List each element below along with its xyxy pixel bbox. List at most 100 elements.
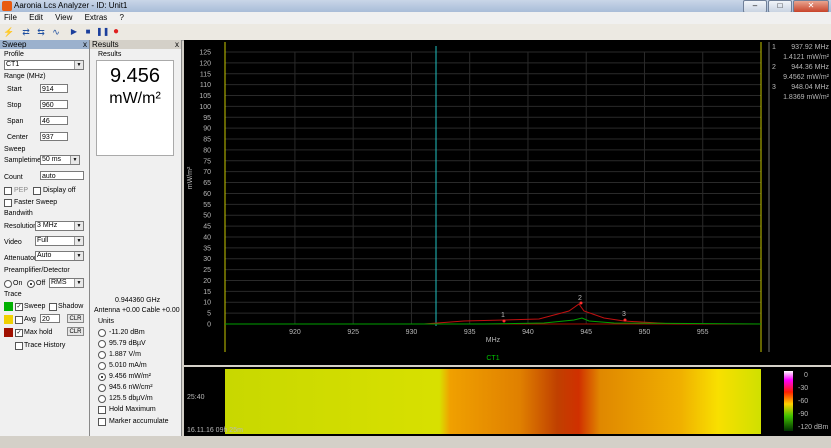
maxhold-checkbox[interactable]: ✓ — [15, 329, 23, 337]
hold-maximum-label: Hold Maximum — [109, 406, 156, 413]
sweep-panel-title: Sweep — [2, 40, 27, 49]
menu-edit[interactable]: Edit — [29, 12, 43, 24]
wave-icon[interactable]: ∿ — [50, 26, 62, 38]
y-axis-label: mW/m² — [187, 166, 194, 189]
pep-checkbox[interactable] — [4, 187, 12, 195]
chevron-down-icon: ▼ — [74, 222, 83, 230]
attenuator-label: Attenuator — [4, 255, 37, 262]
readout-3-num: 3 — [772, 84, 776, 91]
disconnect-icon[interactable]: ⇆ — [35, 26, 47, 38]
connect-icon[interactable]: ⇄ — [20, 26, 32, 38]
avg-checkbox[interactable] — [15, 316, 23, 324]
sweep-panel: Sweep x Profile CT1 ▼ Range (MHz) Start 9… — [0, 40, 90, 436]
y-tick-label: 10 — [203, 300, 211, 307]
y-tick-label: 95 — [203, 115, 211, 122]
trace-group-label: Trace — [4, 291, 22, 298]
y-tick-label: 55 — [203, 202, 211, 209]
marker-1-dot[interactable] — [502, 319, 506, 323]
maxhold-color-swatch[interactable] — [4, 328, 13, 337]
sampletime-label: Sampletime — [4, 157, 41, 164]
big-value-display: 9.456 mW/m² — [96, 60, 174, 156]
scale-label-30: -30 — [798, 385, 808, 392]
profile-select[interactable]: CT1 ▼ — [4, 60, 84, 70]
results-group-label: Results — [98, 51, 122, 58]
span-label: Span — [7, 118, 24, 125]
toolbar: ⚡ ⇄ ⇆ ∿ ▶ ■ ❚❚ ● — [0, 24, 831, 41]
readout-2-num: 2 — [772, 64, 776, 71]
unit-radio-dbuv[interactable] — [98, 340, 106, 348]
unit-radio-dbuvm[interactable] — [98, 395, 106, 403]
unit-label-dbm: -11.20 dBm — [109, 329, 145, 336]
avg-color-swatch[interactable] — [4, 315, 13, 324]
y-tick-label: 20 — [203, 278, 211, 285]
resolution-select[interactable]: 3 MHz ▼ — [35, 221, 84, 231]
y-tick-label: 105 — [199, 93, 211, 100]
big-value-number: 9.456 — [109, 65, 161, 87]
waterfall-heatmap — [225, 369, 761, 434]
unit-radio-mam[interactable] — [98, 362, 106, 370]
shadow-checkbox[interactable] — [49, 303, 57, 311]
unit-radio-vm[interactable] — [98, 351, 106, 359]
readout-3-value: 1.8369 mW/m² — [783, 94, 830, 101]
display-off-checkbox[interactable] — [33, 187, 41, 195]
waterfall-display[interactable]: 25:40 16.11.16 09h 25m 0 -30 -60 -90 -12… — [184, 367, 831, 436]
menu-view[interactable]: View — [55, 12, 72, 24]
x-tick-label: 940 — [522, 329, 534, 336]
readout-1-freq: 937.92 MHz — [791, 44, 829, 51]
marker-accumulate-checkbox[interactable] — [98, 418, 106, 426]
maxhold-trace — [225, 303, 761, 325]
avg-clr-button[interactable]: CLR — [67, 314, 84, 323]
trace-history-checkbox[interactable] — [15, 342, 23, 350]
pause-icon[interactable]: ❚❚ — [96, 26, 109, 38]
sampletime-select[interactable]: 50 ms ▼ — [40, 155, 80, 165]
y-tick-label: 15 — [203, 289, 211, 296]
video-select[interactable]: Full ▼ — [35, 236, 84, 246]
wand-icon[interactable]: ⚡ — [3, 26, 15, 38]
window-title: Aaronia Lcs Analyzer - ID: Unit1 — [14, 1, 128, 10]
attenuator-select[interactable]: Auto ▼ — [35, 251, 84, 261]
sweep-trace — [225, 317, 762, 325]
spectrum-chart[interactable]: 125 120 115 110 105 100 95 90 85 80 75 70 65 60 55 50 45… — [184, 40, 831, 365]
menu-extras[interactable]: Extras — [85, 12, 108, 24]
menu-help[interactable]: ? — [120, 12, 124, 24]
maxhold-label: Max hold — [24, 329, 53, 336]
unit-radio-dbm[interactable] — [98, 329, 106, 337]
sweep-color-swatch[interactable] — [4, 302, 13, 311]
play-icon[interactable]: ▶ — [68, 26, 80, 38]
y-tick-label: 120 — [199, 60, 211, 67]
x-tick-label: 930 — [406, 329, 418, 336]
count-field[interactable]: auto — [40, 171, 84, 180]
x-tick-label: 935 — [464, 329, 476, 336]
video-label: Video — [4, 239, 22, 246]
marker-3-dot[interactable] — [623, 318, 627, 322]
range-group-label: Range (MHz) — [4, 73, 46, 80]
start-field[interactable]: 914 — [40, 84, 68, 93]
center-field[interactable]: 937 — [40, 132, 68, 141]
preamp-on-radio[interactable] — [4, 280, 12, 288]
sweep-trace-checkbox[interactable]: ✓ — [15, 303, 23, 311]
unit-radio-nwcm2[interactable] — [98, 384, 106, 392]
preamp-off-radio[interactable] — [27, 280, 35, 288]
chevron-down-icon: ▼ — [74, 279, 83, 287]
faster-sweep-checkbox[interactable] — [4, 199, 12, 207]
span-field[interactable]: 46 — [40, 116, 68, 125]
chart-grid — [225, 51, 761, 325]
preamp-on-label: On — [13, 280, 23, 287]
avg-field[interactable]: 20 — [40, 314, 60, 323]
results-panel: Results x Results 9.456 mW/m² 0.944360 G… — [90, 40, 182, 436]
stop-icon[interactable]: ■ — [82, 26, 94, 38]
hold-maximum-checkbox[interactable] — [98, 406, 106, 414]
stop-field[interactable]: 960 — [40, 100, 68, 109]
results-panel-close[interactable]: x — [175, 40, 179, 49]
sweep-panel-close[interactable]: x — [83, 40, 87, 49]
menu-file[interactable]: File — [4, 12, 17, 24]
marker-readouts: 1 937.92 MHz 1.4121 mW/m² 2 944.36 MHz 9… — [772, 44, 830, 101]
x-tick-label: 950 — [639, 329, 651, 336]
y-tick-label: 30 — [203, 256, 211, 263]
marker-2-label: 2 — [578, 295, 582, 302]
detector-select[interactable]: RMS ▼ — [49, 278, 84, 288]
chevron-down-icon: ▼ — [70, 156, 79, 164]
maxhold-clr-button[interactable]: CLR — [67, 327, 84, 336]
record-icon[interactable]: ● — [110, 26, 122, 38]
unit-radio-mwm2[interactable] — [98, 373, 106, 381]
